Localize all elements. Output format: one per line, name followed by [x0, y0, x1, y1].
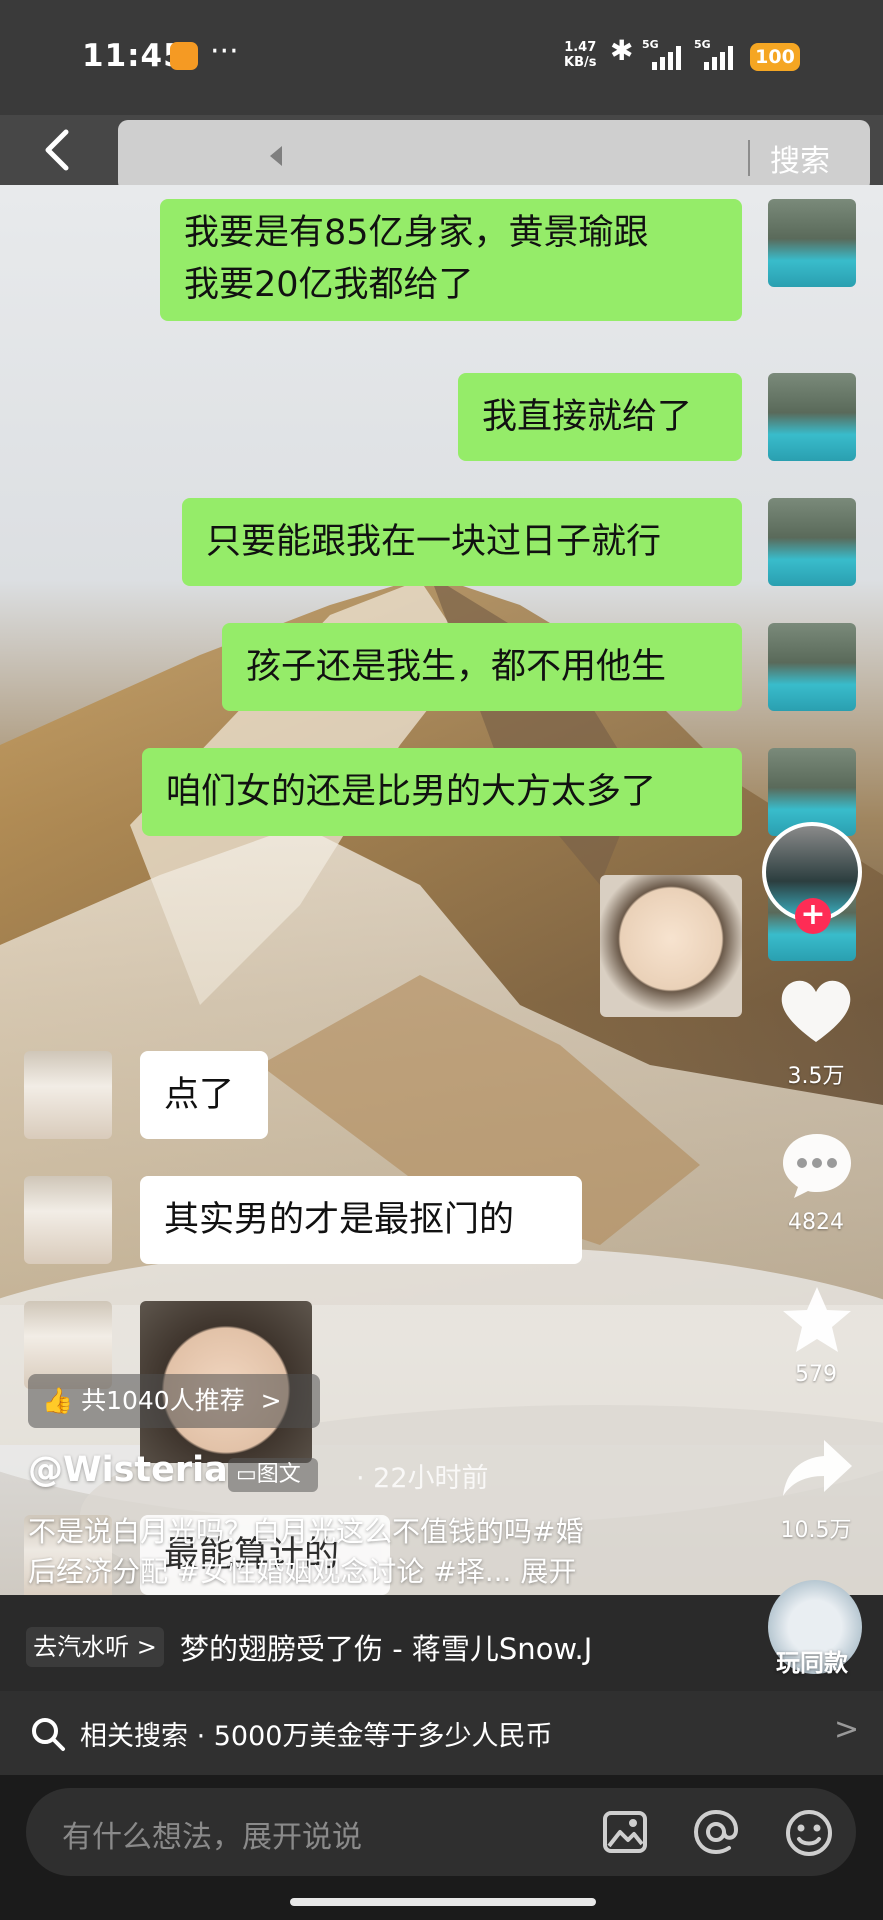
- favorite-star-icon[interactable]: [780, 1284, 854, 1356]
- like-count: 3.5万: [787, 1064, 845, 1089]
- chat-bubble-sent: 我要是有85亿身家，黄景瑜跟 我要20亿我都给了: [160, 199, 742, 321]
- home-indicator[interactable]: [290, 1898, 596, 1906]
- comment-icon[interactable]: [780, 1130, 854, 1200]
- chat-bubble-sent: 孩子还是我生，都不用他生: [222, 623, 742, 711]
- post-time: · 22小时前: [356, 1463, 489, 1494]
- share-arrow-icon[interactable]: [780, 1436, 854, 1500]
- post-type-tag: ▭图文: [228, 1458, 318, 1492]
- chat-bubble-line: 我要20亿我都给了: [184, 265, 474, 305]
- follow-plus-icon[interactable]: +: [795, 898, 831, 934]
- status-bar: 11:45 ··· 1.47 KB/s ✱ 5G 5G 100: [0, 0, 883, 115]
- related-search-text[interactable]: 相关搜索 · 5000万美金等于多少人民币: [80, 1714, 552, 1753]
- post-description[interactable]: 不是说白月光吗？白月光这么不值钱的吗#婚 后经济分配 #女性婚姻观念讨论 #择.…: [28, 1512, 708, 1592]
- chat-bubble-received: 其实男的才是最抠门的: [140, 1176, 582, 1264]
- baby-sticker: [600, 875, 742, 1017]
- comment-placeholder: 有什么想法，展开说说: [62, 1820, 362, 1855]
- thumbs-up-icon: 👍: [42, 1386, 74, 1415]
- recommend-chip[interactable]: 👍 共1040人推荐 >: [28, 1374, 320, 1428]
- search-divider: [748, 140, 750, 176]
- favorite-count: 579: [795, 1362, 837, 1387]
- image-picker-icon[interactable]: [602, 1810, 648, 1854]
- emoji-icon[interactable]: [784, 1808, 834, 1858]
- network-speed-unit: KB/s: [564, 55, 597, 70]
- like-heart-icon[interactable]: [778, 978, 854, 1046]
- sender-avatar: [768, 199, 856, 287]
- search-cursor-icon: [270, 146, 282, 166]
- search-input[interactable]: [118, 120, 870, 192]
- network-speed: 1.47 KB/s: [564, 40, 596, 70]
- share-count: 10.5万: [780, 1518, 852, 1543]
- play-same-button[interactable]: 玩同款: [776, 1643, 848, 1678]
- signal-1-icon: [652, 46, 681, 70]
- description-line: 不是说白月光吗？白月光这么不值钱的吗#婚: [28, 1515, 584, 1548]
- app-notification-icon: [170, 42, 198, 70]
- chat-bubble-sent: 只要能跟我在一块过日子就行: [182, 498, 742, 586]
- back-arrow-icon[interactable]: [38, 126, 78, 174]
- bluetooth-icon: ✱: [610, 34, 634, 67]
- description-line: 后经济分配 #女性婚姻观念讨论 #择... 展开: [28, 1555, 577, 1588]
- chevron-right-icon: >: [260, 1386, 282, 1415]
- music-title[interactable]: 梦的翅膀受了伤 - 蒋雪儿Snow.J: [180, 1626, 592, 1668]
- sender-avatar: [768, 373, 856, 461]
- chat-bubble-line: 我要是有85亿身家，黄景瑜跟: [184, 213, 649, 253]
- post-type-label: 图文: [256, 1462, 301, 1487]
- sender-avatar: [768, 623, 856, 711]
- sender-avatar: [768, 498, 856, 586]
- search-button[interactable]: 搜索: [770, 136, 830, 180]
- author-handle[interactable]: @Wisteria: [28, 1450, 228, 1490]
- chat-bubble-sent: 咱们女的还是比男的大方太多了: [142, 748, 742, 836]
- receiver-avatar: [24, 1051, 112, 1139]
- more-notifications-icon: ···: [210, 34, 239, 69]
- chevron-right-icon[interactable]: >: [834, 1712, 859, 1747]
- battery-indicator: 100: [750, 43, 800, 71]
- signal-2-icon: [704, 46, 733, 70]
- recommend-count: 共1040人推荐: [81, 1386, 245, 1415]
- mention-at-icon[interactable]: [692, 1808, 740, 1856]
- comment-count: 4824: [788, 1210, 844, 1235]
- go-listen-button[interactable]: 去汽水听 >: [26, 1627, 164, 1667]
- search-icon: [32, 1718, 65, 1751]
- image-icon: ▭: [236, 1462, 257, 1487]
- receiver-avatar: [24, 1176, 112, 1264]
- network-speed-value: 1.47: [564, 40, 597, 55]
- chat-bubble-sent: 我直接就给了: [458, 373, 742, 461]
- chat-bubble-received: 点了: [140, 1051, 268, 1139]
